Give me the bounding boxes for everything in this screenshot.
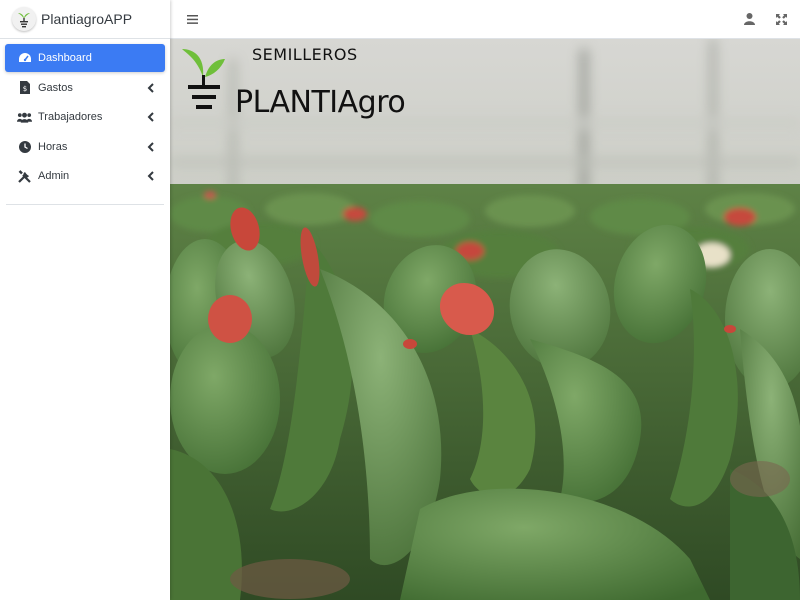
invoice-icon: $	[17, 81, 32, 95]
brand-logo-icon	[12, 7, 36, 31]
users-icon	[17, 110, 32, 124]
sidebar-item-label: Gastos	[38, 81, 73, 94]
sidebar: PlantiagroAPP Dashboard $ Gastos Trabaja…	[0, 0, 170, 600]
chevron-left-icon	[145, 111, 155, 123]
sidebar-item-label: Dashboard	[38, 52, 92, 64]
top-navbar	[170, 0, 800, 39]
sidebar-item-label: Horas	[38, 140, 68, 153]
sidebar-nav: Dashboard $ Gastos Trabajadores Horas Ad…	[0, 39, 170, 190]
logo-wordmark: PLANTIAgro	[235, 85, 406, 120]
tools-icon	[17, 169, 32, 183]
seedling-logo	[182, 49, 225, 109]
sidebar-divider	[6, 204, 164, 205]
user-icon[interactable]	[742, 12, 756, 26]
sidebar-item-label: Trabajadores	[38, 111, 103, 123]
expand-icon[interactable]	[774, 12, 788, 26]
sidebar-item-gastos[interactable]: $ Gastos	[5, 74, 165, 102]
sidebar-item-label: Admin	[38, 170, 70, 182]
sidebar-item-horas[interactable]: Horas	[5, 133, 165, 161]
svg-text:$: $	[22, 85, 26, 93]
sidebar-item-trabajadores[interactable]: Trabajadores	[5, 103, 165, 131]
clock-icon	[17, 140, 32, 154]
chevron-left-icon	[145, 141, 155, 153]
brand-link[interactable]: PlantiagroAPP	[0, 0, 170, 39]
brand-name: PlantiagroAPP	[41, 11, 133, 27]
plantiagro-logo: SEMILLEROS PLANTIAgro	[180, 43, 440, 133]
chevron-left-icon	[145, 82, 155, 94]
logo-tagline: SEMILLEROS	[252, 45, 358, 64]
hamburger-icon[interactable]	[185, 12, 199, 26]
sidebar-item-admin[interactable]: Admin	[5, 162, 165, 190]
chevron-left-icon	[145, 170, 155, 182]
dashboard-gauge-icon	[17, 51, 32, 65]
main-content: SEMILLEROS PLANTIAgro	[170, 39, 800, 600]
sidebar-item-dashboard[interactable]: Dashboard	[5, 44, 165, 72]
